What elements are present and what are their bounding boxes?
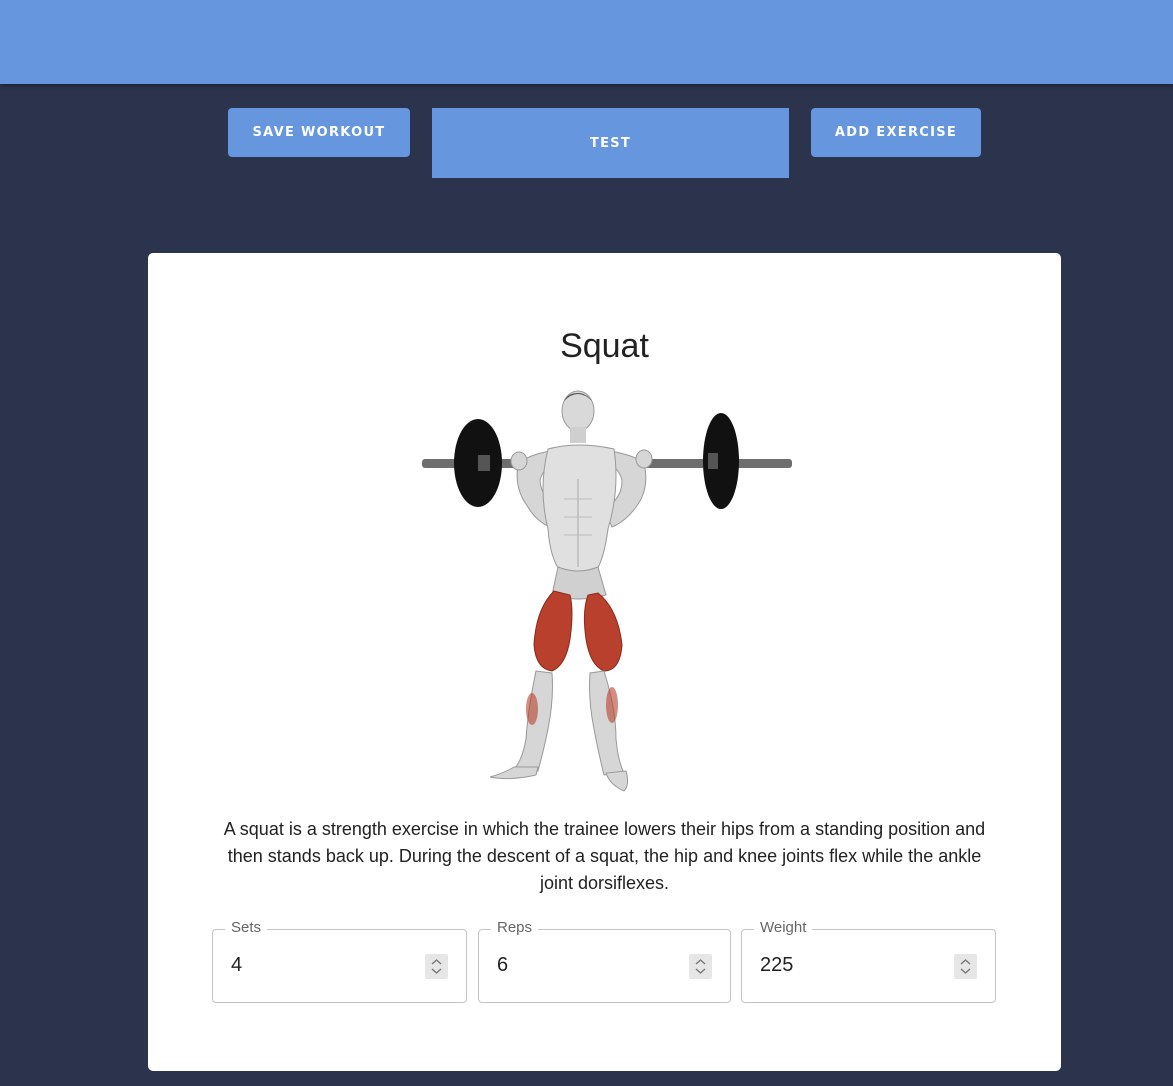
up-down-chevron-icon[interactable]: [954, 954, 977, 979]
reps-value[interactable]: 6: [497, 954, 508, 977]
weight-field[interactable]: Weight 225: [741, 919, 996, 1003]
exercise-title: Squat: [560, 327, 649, 365]
save-workout-button[interactable]: SAVE WORKOUT: [228, 108, 410, 157]
reps-field[interactable]: Reps 6: [478, 919, 731, 1003]
squat-illustration: [422, 390, 792, 792]
head: [561, 390, 595, 432]
add-exercise-button[interactable]: ADD EXERCISE: [811, 108, 981, 157]
weight-label: Weight: [754, 919, 813, 936]
left-thigh-quadriceps: [533, 590, 573, 672]
up-down-chevron-icon[interactable]: [425, 954, 448, 979]
exercise-description: A squat is a strength exercise in which …: [223, 819, 986, 893]
right-foot: [605, 770, 629, 792]
left-foot: [489, 766, 539, 780]
exercise-card: Squat A squat is a strength exercise in …: [148, 253, 1061, 1071]
right-thigh-quadriceps: [583, 592, 623, 672]
test-button[interactable]: TEST: [432, 108, 789, 178]
up-down-chevron-icon[interactable]: [689, 954, 712, 979]
weight-value[interactable]: 225: [760, 954, 793, 977]
torso: [542, 444, 617, 572]
sets-field[interactable]: Sets 4: [212, 919, 467, 1003]
reps-label: Reps: [491, 919, 539, 936]
sets-value[interactable]: 4: [231, 954, 242, 977]
right-lower-leg: [589, 670, 625, 776]
top-app-bar: [0, 0, 1173, 84]
sets-label: Sets: [225, 919, 268, 936]
